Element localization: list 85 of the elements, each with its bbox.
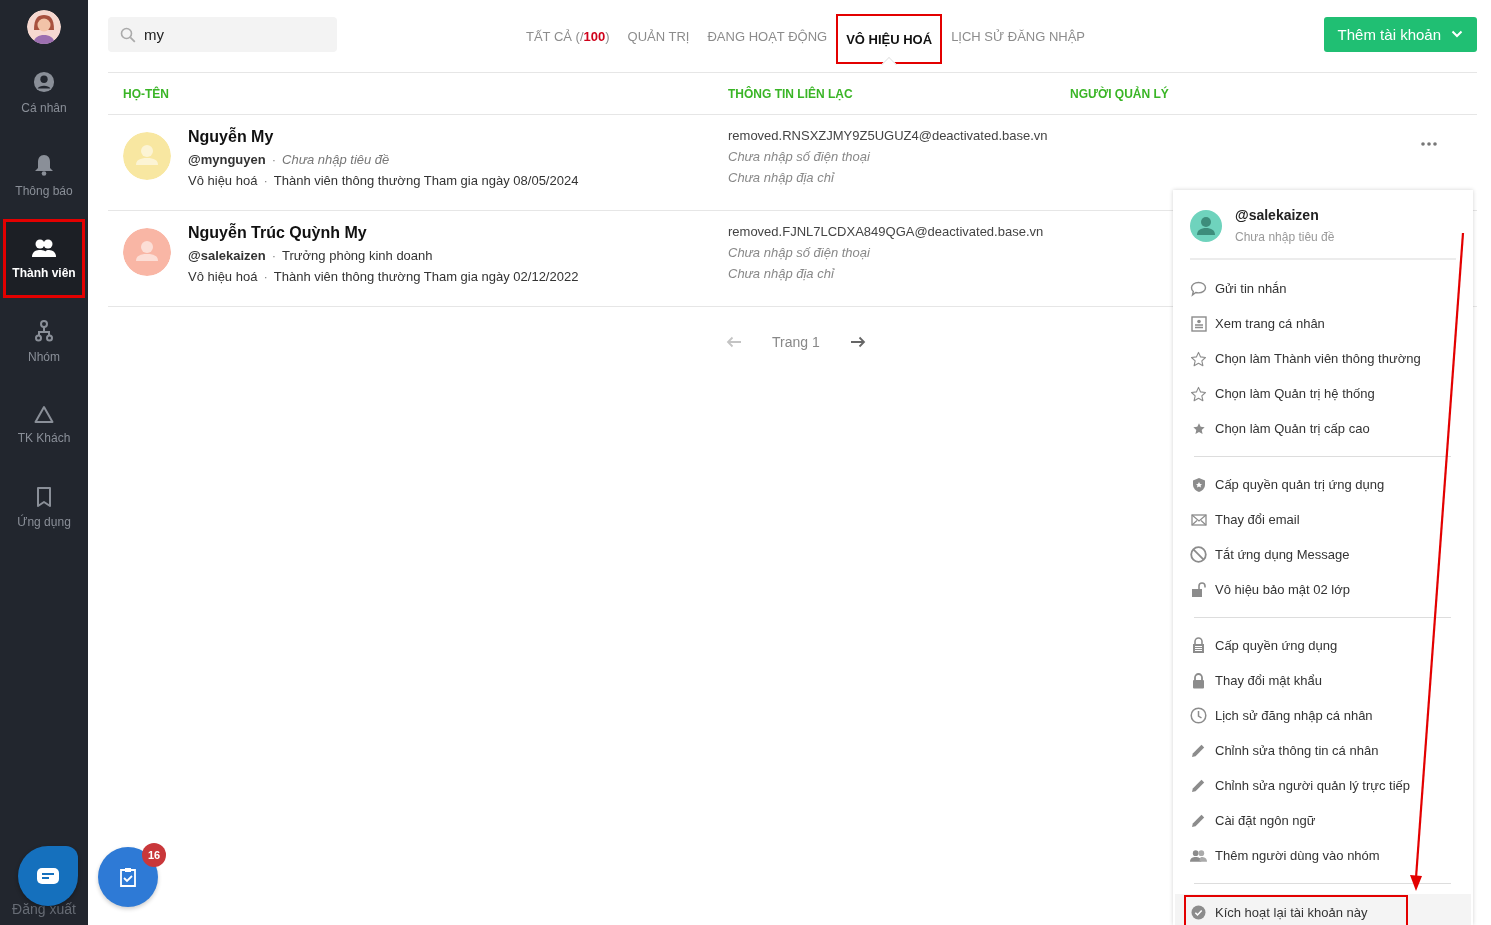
member-title: Chưa nhập tiêu đề	[282, 152, 390, 167]
menu-item[interactable]: Lịch sử đăng nhập cá nhân	[1184, 698, 1462, 733]
search-icon	[120, 26, 136, 43]
menu-item[interactable]: Chọn làm Quản trị hệ thống	[1184, 376, 1462, 411]
member-status: Vô hiệu hoá	[188, 173, 258, 188]
member-address: Chưa nhập địa chỉ	[728, 266, 836, 281]
person-icon	[33, 70, 55, 93]
arrow-right-icon[interactable]	[849, 336, 866, 348]
menu-item[interactable]: Tắt ứng dụng Message	[1184, 537, 1462, 572]
member-handle: @mynguyen	[188, 152, 266, 167]
sidebar-item[interactable]: Thành viên	[4, 220, 84, 297]
member-name[interactable]: Nguyễn My	[188, 128, 579, 146]
more-icon[interactable]	[1421, 142, 1437, 146]
pencil-icon	[1191, 813, 1206, 828]
separator-dot: ·	[263, 173, 268, 188]
search-field[interactable]: my	[108, 16, 337, 52]
people-icon	[1190, 848, 1207, 863]
chevron-down-icon	[1451, 30, 1463, 38]
member-handle: @salekaizen	[188, 248, 266, 263]
hierarchy-icon	[35, 319, 53, 342]
padlock-icon	[1192, 672, 1205, 689]
bookmark-icon	[36, 486, 52, 507]
column-header: NGƯỜI QUẢN LÝ	[1069, 86, 1170, 101]
separator-dot: ·	[271, 248, 277, 263]
avatar[interactable]	[27, 10, 61, 44]
menu-item[interactable]: Cấp quyền ứng dụng	[1184, 628, 1462, 663]
menu-item[interactable]: Thêm người dùng vào nhóm	[1184, 838, 1462, 873]
column-header: THÔNG TIN LIÊN LẠC	[727, 86, 854, 101]
star-icon	[1191, 422, 1206, 435]
menu-user-title: Chưa nhập tiêu đề	[1235, 230, 1335, 244]
member-phone: Chưa nhập số điện thoại	[728, 149, 871, 164]
member-address: Chưa nhập địa chỉ	[728, 170, 836, 185]
menu-item[interactable]: Gửi tin nhắn	[1184, 271, 1462, 306]
tab[interactable]: LỊCH SỬ ĐĂNG NHẬP	[942, 0, 1095, 72]
separator-dot: ·	[271, 152, 277, 167]
sidebar-item[interactable]: TK Khách	[4, 386, 84, 463]
star-outline-icon	[1190, 385, 1207, 402]
tab[interactable]: TẤT CẢ (/100)	[517, 0, 619, 72]
clipboard-check-icon	[119, 867, 137, 887]
pencil-icon	[1191, 743, 1206, 758]
clock-icon	[1190, 707, 1207, 724]
sidebar-item[interactable]: Nhóm	[4, 303, 84, 380]
check-circle-icon	[1191, 904, 1206, 920]
star-outline-icon	[1190, 350, 1207, 367]
menu-item[interactable]: Chọn làm Quản trị cấp cao	[1184, 411, 1462, 446]
member-email: removed.RNSXZJMY9Z5UGUZ4@deactivated.base.vn	[728, 128, 1049, 143]
profile-card-icon	[1190, 315, 1207, 332]
envelope-icon	[1190, 513, 1207, 526]
notification-badge: 16	[142, 843, 166, 867]
member-role: Thành viên thông thường Tham gia ngày 02/12/2022	[273, 269, 579, 284]
member-status: Vô hiệu hoá	[188, 269, 258, 284]
bell-icon	[34, 153, 54, 176]
speech-bubble-icon	[1190, 280, 1207, 297]
members-icon	[31, 237, 57, 258]
page-label: Trang 1	[772, 334, 820, 350]
member-role: Thành viên thông thường Tham gia ngày 08/05/2024	[273, 173, 579, 188]
triangle-icon	[34, 404, 54, 423]
menu-item[interactable]: Cài đặt ngôn ngữ	[1184, 803, 1462, 838]
menu-item[interactable]: Chọn làm Thành viên thông thường	[1184, 341, 1462, 376]
unlocked-padlock-icon	[1190, 581, 1207, 598]
message-icon	[37, 868, 59, 884]
member-phone: Chưa nhập số điện thoại	[728, 245, 871, 260]
menu-item[interactable]: Kích hoạt lại tài khoản này	[1175, 894, 1471, 925]
tasks-button[interactable]	[98, 847, 158, 907]
sidebar-item[interactable]: Ứng dụng	[4, 469, 84, 546]
member-name[interactable]: Nguyễn Trúc Quỳnh My	[188, 224, 579, 242]
padlock-list-icon	[1192, 637, 1205, 654]
sidebar-item[interactable]: Cá nhân	[4, 54, 84, 131]
menu-item[interactable]: Thay đổi email	[1184, 502, 1462, 537]
prohibited-icon	[1190, 546, 1207, 563]
avatar	[1190, 209, 1222, 242]
shield-icon	[1191, 476, 1206, 493]
pencil-icon	[1191, 778, 1206, 793]
menu-user-handle: @salekaizen	[1235, 207, 1320, 223]
menu-item[interactable]: Cấp quyền quản trị ứng dụng	[1184, 467, 1462, 502]
menu-item[interactable]: Thay đổi mật khẩu	[1184, 663, 1462, 698]
separator-dot: ·	[263, 269, 268, 284]
member-email: removed.FJNL7LCDXA849QGA@deactivated.base.vn	[728, 224, 1045, 239]
menu-item[interactable]: Chỉnh sửa thông tin cá nhân	[1184, 733, 1462, 768]
menu-item[interactable]: Xem trang cá nhân	[1184, 306, 1462, 341]
column-header: HỌ-TÊN	[122, 86, 170, 101]
member-title: Trưởng phòng kinh doanh	[282, 248, 433, 263]
sidebar-item[interactable]: Thông báo	[4, 137, 84, 214]
menu-item[interactable]: Vô hiệu bảo mật 02 lớp	[1184, 572, 1462, 607]
menu-item[interactable]: Chỉnh sửa người quản lý trực tiếp	[1184, 768, 1462, 803]
